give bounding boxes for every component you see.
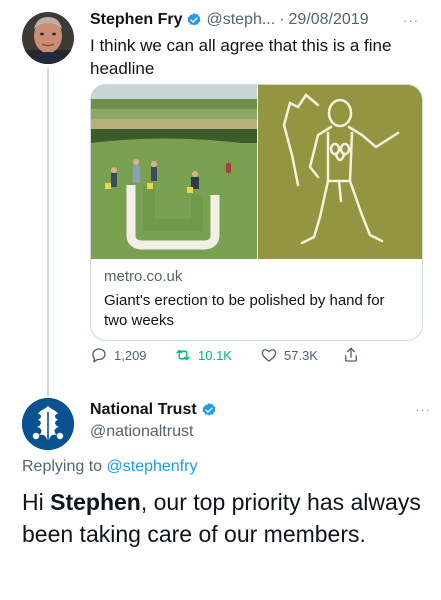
- tweet2-header: National Trust: [90, 401, 221, 419]
- like-icon: [261, 349, 277, 362]
- card-photo-chalk-restoration: [91, 85, 257, 259]
- like-button[interactable]: 57.3K: [260, 344, 318, 366]
- card-meta: metro.co.uk Giant's erection to be polis…: [104, 267, 410, 331]
- replying-to-link[interactable]: @stephenfry: [107, 458, 198, 475]
- tweet2-text-greeting: Hi: [22, 489, 44, 515]
- tweet1-actions: 1,209 10.1K 57.3K: [90, 344, 390, 366]
- retweet-count: 10.1K: [198, 347, 232, 363]
- verified-badge-icon: [202, 403, 216, 416]
- more-icon[interactable]: ···: [415, 402, 431, 417]
- card-title: Giant's erection to be polished by hand …: [104, 292, 385, 329]
- tweet1-author-name[interactable]: Stephen Fry: [90, 11, 182, 29]
- tweet2-author-name[interactable]: National Trust: [90, 401, 197, 419]
- more-icon[interactable]: ···: [403, 13, 419, 28]
- like-count: 57.3K: [284, 347, 318, 363]
- tweet1-date[interactable]: 29/08/2019: [289, 11, 369, 29]
- reply-count: 1,209: [114, 347, 147, 363]
- verified-badge-icon: [188, 13, 201, 26]
- replying-to: Replying to @stephenfry: [22, 458, 197, 476]
- replying-prefix: Replying to: [22, 458, 103, 475]
- card-domain: metro.co.uk: [104, 268, 183, 285]
- retweet-button[interactable]: 10.1K: [174, 344, 232, 366]
- reply-icon: [92, 348, 106, 363]
- share-button[interactable]: [342, 344, 366, 366]
- tweet2-text: Hi Stephen, our top priority has always …: [22, 486, 427, 550]
- tweet1-handle[interactable]: @steph...: [206, 11, 275, 29]
- stephen-fry-avatar[interactable]: [22, 12, 74, 64]
- tweet2-text-name: Stephen: [50, 489, 141, 515]
- card-photo-giant-figure: [258, 85, 422, 259]
- tweet2-handle[interactable]: @nationaltrust: [90, 423, 193, 441]
- tweet1-header: Stephen Fry @steph... · 29/08/2019 ···: [90, 9, 429, 31]
- share-icon: [345, 347, 357, 362]
- link-card[interactable]: metro.co.uk Giant's erection to be polis…: [90, 84, 423, 341]
- tweet1-separator: ·: [279, 11, 285, 28]
- oak-leaf-logo: [22, 398, 74, 450]
- thread-connector-line: [47, 68, 49, 396]
- national-trust-avatar[interactable]: [22, 398, 74, 450]
- reply-button[interactable]: 1,209: [90, 344, 147, 366]
- tweet1-text: I think we can all agree that this is a …: [90, 36, 392, 78]
- card-images: [91, 85, 422, 259]
- retweet-icon: [176, 349, 190, 361]
